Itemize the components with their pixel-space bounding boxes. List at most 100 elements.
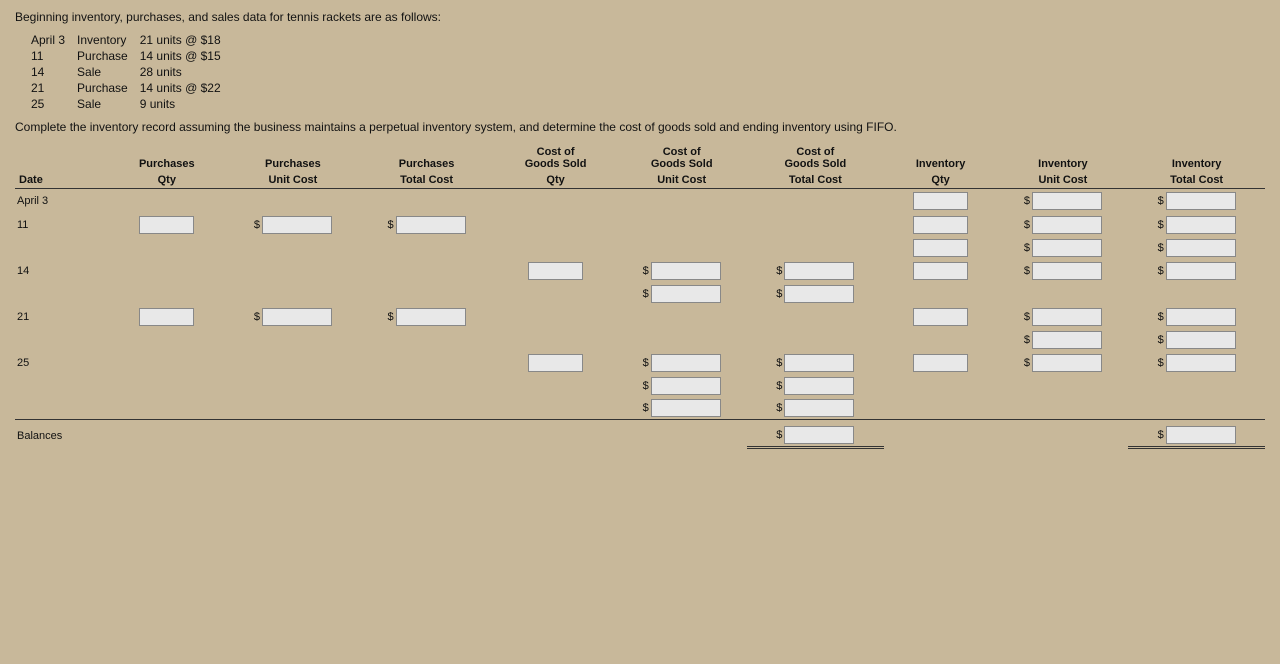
cogs-qty-14-cell <box>495 259 616 283</box>
purch-unit-11-cell: $ <box>228 213 359 237</box>
dollar-sign: $ <box>254 219 260 231</box>
intro-line1: Beginning inventory, purchases, and sale… <box>15 10 1265 24</box>
date-25: 25 <box>15 351 106 375</box>
cogs-unit-14b-input[interactable] <box>651 285 721 303</box>
cogs-total-balance-cell: $ <box>747 420 884 448</box>
cogs-total-25b-input[interactable] <box>784 377 854 395</box>
inv-total-21-input[interactable] <box>1166 308 1236 326</box>
inv-qty-11b-input[interactable] <box>913 239 968 257</box>
inv-unit-11b-cell: $ <box>998 237 1129 259</box>
cogs-unit-25c-input[interactable] <box>651 399 721 417</box>
inv-total-april3-input[interactable] <box>1166 192 1236 210</box>
inv-total-11b-input[interactable] <box>1166 239 1236 257</box>
cogs-unit-14-cell: $ <box>616 259 747 283</box>
inv-total-21b-cell: $ <box>1128 329 1265 351</box>
inv-qty-21-input[interactable] <box>913 308 968 326</box>
inv-total-header-top: Inventory <box>1128 144 1265 172</box>
cogs-total-14-input[interactable] <box>784 262 854 280</box>
table-row-11-sub: $ $ <box>15 237 1265 259</box>
purch-unit-21-input[interactable] <box>262 308 332 326</box>
inv-qty-14-cell <box>884 259 998 283</box>
cogs-total-25-cell: $ <box>747 351 884 375</box>
cogs-total-14b-input[interactable] <box>784 285 854 303</box>
cogs-total-25c-input[interactable] <box>784 399 854 417</box>
purch-unit-april3-cell <box>228 189 359 214</box>
table-row-11: 11 $ $ $ $ <box>15 213 1265 237</box>
dollar-sign: $ <box>1158 429 1164 441</box>
cogs-qty-25-input[interactable] <box>528 354 583 372</box>
dollar-sign: $ <box>254 311 260 323</box>
inventory-items-table: April 3 Inventory 21 units @ $18 11 Purc… <box>25 32 227 112</box>
dollar-sign: $ <box>1024 357 1030 369</box>
dollar-sign: $ <box>643 357 649 369</box>
inv-unit-25-cell: $ <box>998 351 1129 375</box>
purch-unit-cost-header: Unit Cost <box>228 172 359 189</box>
inv-unit-header-top: Inventory <box>998 144 1129 172</box>
dollar-sign: $ <box>1024 195 1030 207</box>
inv-unit-21-input[interactable] <box>1032 308 1102 326</box>
inv-unit-21b-input[interactable] <box>1032 331 1102 349</box>
purch-total-april3-cell <box>358 189 495 214</box>
purch-qty-21-input[interactable] <box>139 308 194 326</box>
cogs-total-balance-input[interactable] <box>784 426 854 444</box>
inv-unit-11-input[interactable] <box>1032 216 1102 234</box>
cogs-qty-25-cell <box>495 351 616 375</box>
list-item: 21 Purchase 14 units @ $22 <box>25 80 227 96</box>
dollar-sign: $ <box>388 311 394 323</box>
inv-qty-14-input[interactable] <box>913 262 968 280</box>
inv-total-april3-cell: $ <box>1128 189 1265 214</box>
dollar-sign: $ <box>1024 265 1030 277</box>
cogs-unit-25c-cell: $ <box>616 397 747 420</box>
inv-total-balance-input[interactable] <box>1166 426 1236 444</box>
table-row-21: 21 $ $ $ $ <box>15 305 1265 329</box>
inv-total-11b-cell: $ <box>1128 237 1265 259</box>
purch-unit-11-input[interactable] <box>262 216 332 234</box>
cogs-qty-14-input[interactable] <box>528 262 583 280</box>
inv-total-14-input[interactable] <box>1166 262 1236 280</box>
date-col-header: Date <box>15 172 106 189</box>
inv-unit-14-cell: $ <box>998 259 1129 283</box>
table-row-25: 25 $ $ $ $ <box>15 351 1265 375</box>
cogs-total-cost-header: Total Cost <box>747 172 884 189</box>
inv-unit-21b-cell: $ <box>998 329 1129 351</box>
cogs-total-14-cell: $ <box>747 259 884 283</box>
purch-total-11-input[interactable] <box>396 216 466 234</box>
purchases-unit-header: Purchases <box>228 144 359 172</box>
dollar-sign: $ <box>1158 242 1164 254</box>
inv-total-14-cell: $ <box>1128 259 1265 283</box>
cogs-unit-14-input[interactable] <box>651 262 721 280</box>
dollar-sign: $ <box>1158 265 1164 277</box>
inv-unit-14-input[interactable] <box>1032 262 1102 280</box>
purch-total-21-input[interactable] <box>396 308 466 326</box>
dollar-sign: $ <box>1024 311 1030 323</box>
inv-qty-11-input[interactable] <box>913 216 968 234</box>
inv-total-21b-input[interactable] <box>1166 331 1236 349</box>
inventory-record-table: Purchases Purchases Purchases Cost ofGoo… <box>15 144 1265 449</box>
inv-unit-11b-input[interactable] <box>1032 239 1102 257</box>
inv-unit-april3-input[interactable] <box>1032 192 1102 210</box>
cogs-unit-cost-header: Unit Cost <box>616 172 747 189</box>
cogs-total-25b-cell: $ <box>747 375 884 397</box>
inv-qty-25-input[interactable] <box>913 354 968 372</box>
cogs-total-april3-cell <box>747 189 884 214</box>
cogs-qty-11-cell <box>495 213 616 237</box>
table-row-25-sub: $ $ <box>15 375 1265 397</box>
dollar-sign: $ <box>643 380 649 392</box>
header-sub-row: Date Qty Unit Cost Total Cost Qty Unit C… <box>15 172 1265 189</box>
inv-unit-april3-cell: $ <box>998 189 1129 214</box>
cogs-unit-25-input[interactable] <box>651 354 721 372</box>
inv-qty-header-top: Inventory <box>884 144 998 172</box>
cogs-unit-14b-cell: $ <box>616 283 747 305</box>
purch-qty-11-input[interactable] <box>139 216 194 234</box>
list-item: April 3 Inventory 21 units @ $18 <box>25 32 227 48</box>
inv-unit-25-input[interactable] <box>1032 354 1102 372</box>
inv-total-11-cell: $ <box>1128 213 1265 237</box>
inv-qty-april3-input[interactable] <box>913 192 968 210</box>
table-row-25-total: $ $ <box>15 397 1265 420</box>
inv-total-25-input[interactable] <box>1166 354 1236 372</box>
inv-total-11-input[interactable] <box>1166 216 1236 234</box>
cogs-unit-25b-input[interactable] <box>651 377 721 395</box>
cogs-total-25-input[interactable] <box>784 354 854 372</box>
purch-qty-11-cell <box>106 213 227 237</box>
cogs-unit-11-cell <box>616 213 747 237</box>
